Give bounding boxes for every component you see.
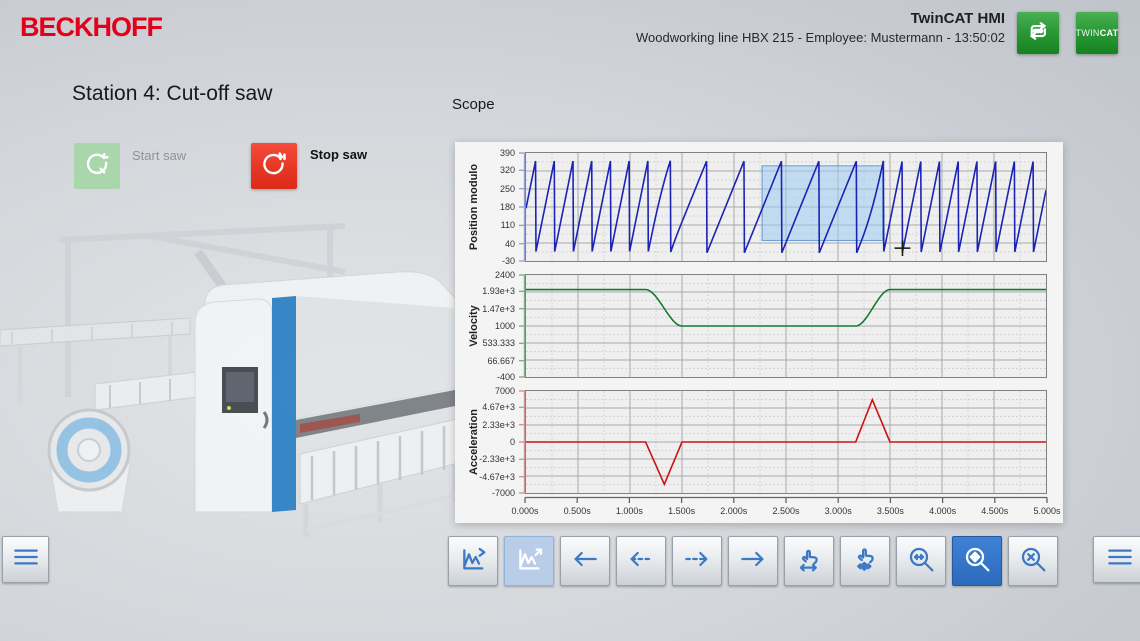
svg-text:5.000s: 5.000s — [1033, 506, 1061, 516]
scope-chart-position-modulo: Position modulo39032025018011040-30 — [465, 152, 1063, 262]
svg-text:0.500s: 0.500s — [564, 506, 592, 516]
arrow-left-dashed-icon — [625, 543, 657, 580]
scope-chart-acceleration: Acceleration70004.67e+32.33e+30-2.33e+3-… — [465, 390, 1063, 494]
y-tick-label: 1.93e+3 — [482, 286, 515, 296]
y-tick-label: -2.33e+3 — [479, 454, 515, 464]
y-tick-label: 533.333 — [482, 338, 515, 348]
header-text: TwinCAT HMI Woodworking line HBX 215 - E… — [636, 10, 1005, 45]
y-axis-ticks: 39032025018011040-30 — [483, 152, 525, 262]
y-tick-label: 320 — [500, 165, 515, 175]
svg-text:3.500s: 3.500s — [877, 506, 905, 516]
y-tick-label: 66.667 — [487, 356, 515, 366]
menu-icon — [10, 541, 42, 578]
chart-arrow-icon — [457, 543, 489, 580]
scope-panel: Position modulo 390 320 250 180 110 40 -30 Veloc… — [455, 142, 1063, 523]
stop-saw-button[interactable] — [251, 143, 297, 189]
zoom-selection — [762, 166, 883, 241]
start-saw-label: Start saw — [132, 148, 186, 163]
y-tick-label: -30 — [502, 256, 515, 266]
zoom-reset-button[interactable] — [1008, 536, 1058, 586]
pan-x-button[interactable] — [784, 536, 834, 586]
y-tick-label: 0 — [510, 437, 515, 447]
y-axis-ticks: 70004.67e+32.33e+30-2.33e+3-4.67e+3-7000 — [483, 390, 525, 494]
menu-left-button[interactable] — [2, 536, 49, 583]
pan-right-button[interactable] — [728, 536, 778, 586]
zoom-xy-button[interactable] — [952, 536, 1002, 586]
zoom-x-button[interactable] — [896, 536, 946, 586]
svg-text:4.500s: 4.500s — [981, 506, 1009, 516]
zoom-horizontal-icon — [905, 543, 937, 580]
context-line: Woodworking line HBX 215 - Employee: Mus… — [636, 30, 1005, 45]
pan-xy-button[interactable] — [840, 536, 890, 586]
y-tick-label: 390 — [500, 148, 515, 158]
menu-right-button[interactable] — [1093, 536, 1140, 583]
zoom-free-icon — [961, 543, 993, 580]
arrow-left-icon — [569, 543, 601, 580]
workflow-icon — [1023, 16, 1053, 51]
x-axis: 0.000s0.500s1.000s1.500s2.000s2.500s3.00… — [525, 494, 1047, 520]
y-tick-label: 110 — [501, 220, 515, 230]
process-flow-button[interactable] — [1017, 12, 1059, 54]
step-right-button[interactable] — [672, 536, 722, 586]
beckhoff-logo: BECKHOFF — [20, 12, 162, 43]
zoom-cancel-icon — [1017, 543, 1049, 580]
y-tick-label: 2.33e+3 — [482, 420, 515, 430]
arrow-right-dashed-icon — [681, 543, 713, 580]
svg-text:0.000s: 0.000s — [511, 506, 539, 516]
twincat-hmi-screen: BECKHOFF TwinCAT HMI Woodworking line HB… — [0, 0, 1140, 641]
hand-pan-horizontal-icon — [793, 543, 825, 580]
step-left-button[interactable] — [616, 536, 666, 586]
svg-text:2.000s: 2.000s — [720, 506, 748, 516]
app-title: TwinCAT HMI — [636, 10, 1005, 27]
y-tick-label: 1.47e+3 — [482, 304, 515, 314]
scope-single-button[interactable] — [504, 536, 554, 586]
y-tick-label: 40 — [505, 239, 515, 249]
y-axis-label: Velocity — [465, 274, 483, 378]
start-saw-button[interactable] — [74, 143, 120, 189]
y-tick-label: 7000 — [495, 386, 515, 396]
y-tick-label: 4.67e+3 — [482, 402, 515, 412]
svg-text:1.000s: 1.000s — [616, 506, 644, 516]
y-axis-ticks: 24001.93e+31.47e+31000533.33366.667-400 — [483, 274, 525, 378]
station-title: Station 4: Cut-off saw — [72, 82, 272, 106]
scope-chart-velocity: Velocity24001.93e+31.47e+31000533.33366.… — [465, 274, 1063, 378]
hand-pan-free-icon — [849, 543, 881, 580]
y-tick-label: 2400 — [495, 270, 515, 280]
twincat-logo: TWINCAT — [1076, 28, 1119, 38]
scope-run-button[interactable] — [448, 536, 498, 586]
machine-illustration — [0, 212, 465, 542]
y-tick-label: -400 — [497, 372, 515, 382]
y-tick-label: 180 — [500, 202, 515, 212]
svg-text:1.500s: 1.500s — [668, 506, 696, 516]
chart-arrow-up-icon — [513, 543, 545, 580]
svg-text:4.000s: 4.000s — [929, 506, 957, 516]
plot-area-acceleration[interactable] — [525, 390, 1047, 494]
svg-text:3.000s: 3.000s — [825, 506, 853, 516]
twincat-button[interactable]: TWINCAT — [1076, 12, 1118, 54]
menu-icon — [1104, 541, 1136, 578]
stop-saw-label: Stop saw — [310, 147, 367, 162]
y-tick-label: -4.67e+3 — [479, 472, 515, 482]
pause-circle-icon — [257, 147, 291, 186]
plot-area-position-modulo[interactable] — [525, 152, 1047, 262]
y-tick-label: 1000 — [495, 321, 515, 331]
svg-text:2.500s: 2.500s — [772, 506, 800, 516]
y-axis-label: Position modulo — [465, 152, 483, 262]
plot-area-velocity[interactable] — [525, 274, 1047, 378]
pan-left-button[interactable] — [560, 536, 610, 586]
y-tick-label: 250 — [500, 184, 515, 194]
y-tick-label: -7000 — [492, 488, 515, 498]
restart-circle-icon — [80, 147, 114, 186]
arrow-right-icon — [737, 543, 769, 580]
scope-title: Scope — [452, 96, 495, 113]
